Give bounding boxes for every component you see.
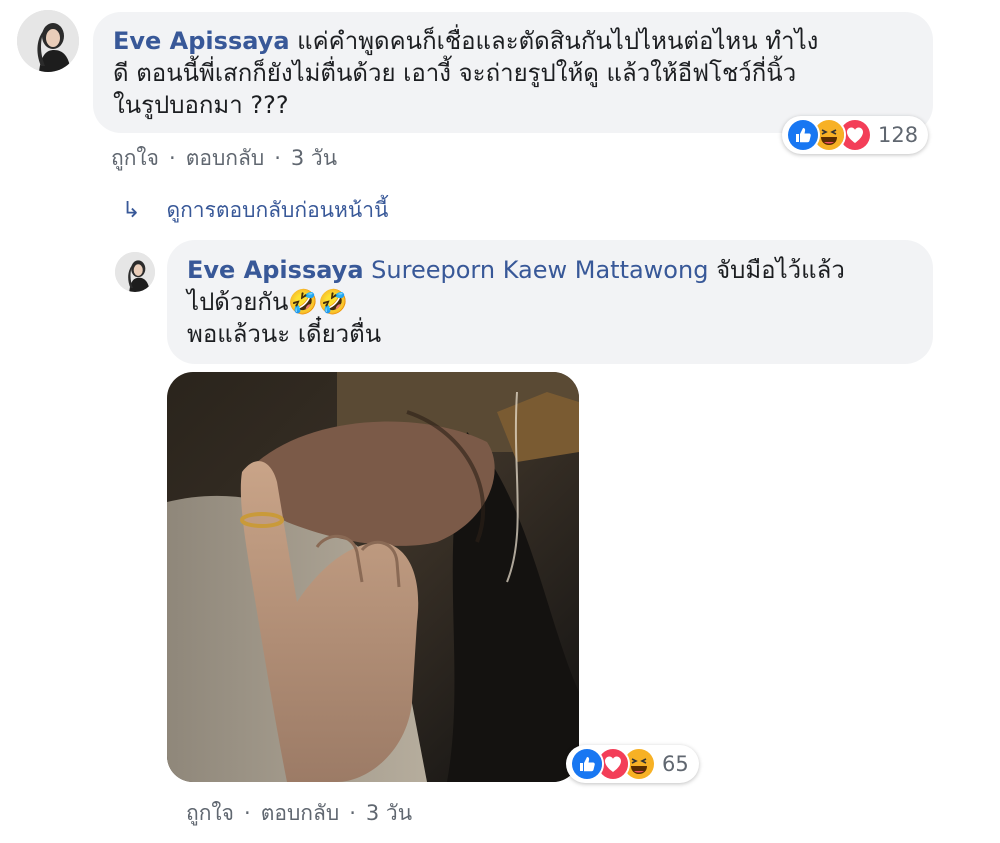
mention-link[interactable]: Sureeporn Kaew Mattawong [371,256,708,284]
timestamp-link[interactable]: 3 วัน [291,146,337,170]
view-previous-replies[interactable]: ↳ ดูการตอบกลับก่อนหน้านี้ [122,194,388,227]
reply-text: จับมือไว้แล้ว [708,256,845,284]
separator: · [274,146,281,170]
like-icon [570,747,604,781]
like-icon [786,118,820,152]
reaction-summary[interactable]: 128 [782,116,929,154]
attached-photo[interactable] [167,372,579,782]
timestamp-link[interactable]: 3 วัน [366,801,412,825]
comment-author-link[interactable]: Eve Apissaya [113,27,290,55]
separator: · [169,146,176,170]
reaction-count: 65 [662,752,689,776]
like-link[interactable]: ถูกใจ [186,801,234,825]
reply-arrow-icon: ↳ [122,198,141,223]
profile-photo [17,10,79,72]
comment-text: ดี ตอนนี้พี่เสกก็ยังไม่ตื่นด้วย เอางี้ จ… [113,59,797,87]
reply-text: ไปด้วยกัน🤣🤣 [187,288,349,316]
reply-author-link[interactable]: Eve Apissaya [187,256,364,284]
profile-photo [115,252,155,292]
reaction-summary[interactable]: 65 [566,745,699,783]
reply-link[interactable]: ตอบกลับ [261,801,340,825]
avatar[interactable] [17,10,79,72]
reaction-count: 128 [878,123,919,147]
reply-text: พอแล้วนะ เดี๋ยวตื่น [187,320,382,348]
separator: · [349,801,356,825]
like-link[interactable]: ถูกใจ [111,146,159,170]
view-previous-replies-label: ดูการตอบกลับก่อนหน้านี้ [166,198,389,222]
reply-actions: ถูกใจ · ตอบกลับ · 3 วัน [186,797,412,830]
avatar[interactable] [115,252,155,292]
reply-bubble: Eve Apissaya Sureeporn Kaew Mattawong จั… [167,240,933,364]
reply-link[interactable]: ตอบกลับ [186,146,265,170]
comment-text: แค่คำพูดคนก็เชื่อและตัดสินกันไปไหนต่อไหน… [289,27,819,55]
comment-bubble: Eve Apissaya แค่คำพูดคนก็เชื่อและตัดสินก… [93,12,933,133]
comment-actions: ถูกใจ · ตอบกลับ · 3 วัน [111,142,337,175]
separator: · [244,801,251,825]
holding-hands-image [167,372,579,782]
